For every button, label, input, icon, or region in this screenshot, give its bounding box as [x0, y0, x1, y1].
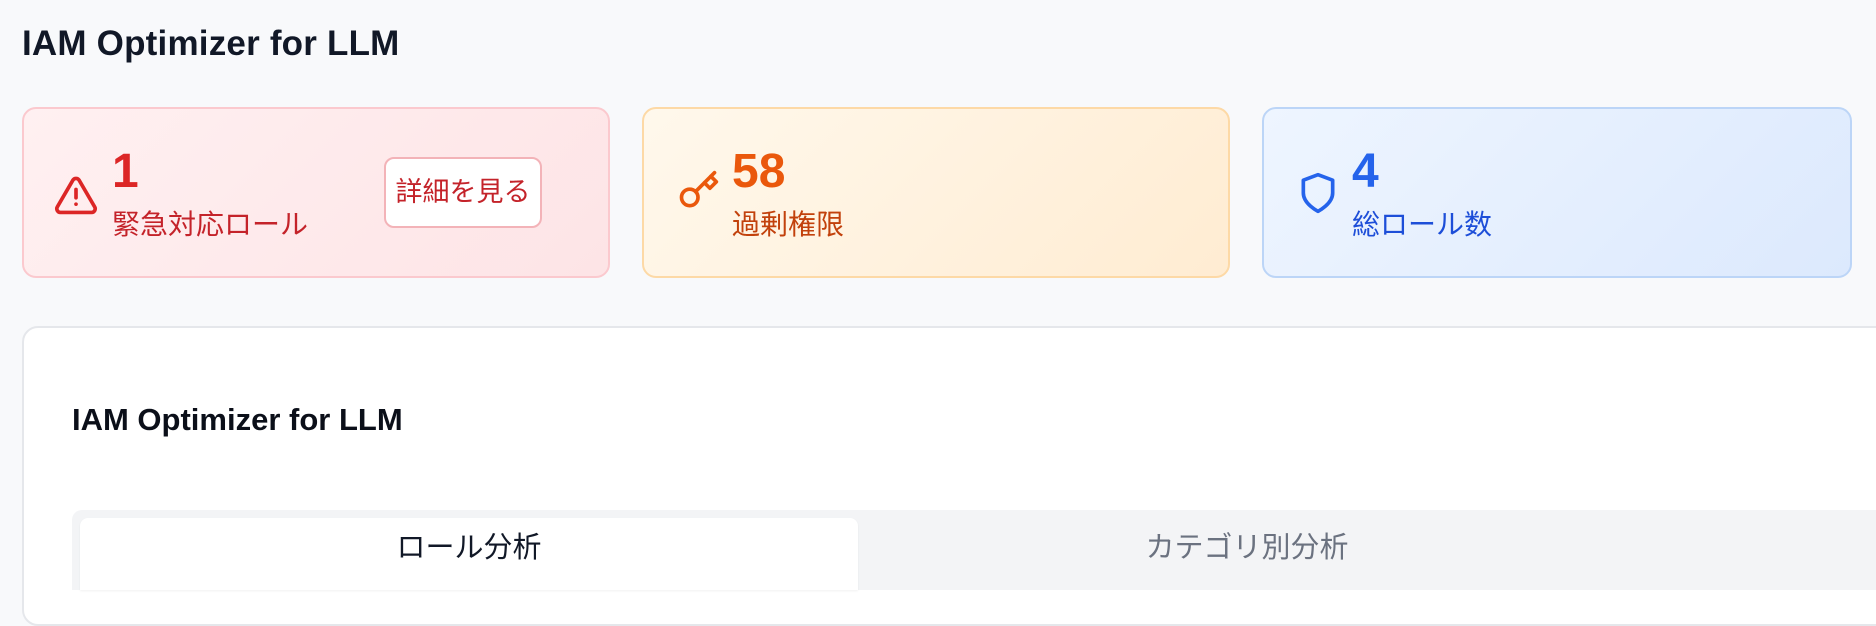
key-icon	[676, 169, 720, 213]
total-roles-card: 4 総ロール数	[1262, 107, 1852, 278]
urgent-roles-label: 緊急対応ロール	[112, 209, 309, 240]
panel-title: IAM Optimizer for LLM	[72, 402, 403, 437]
urgent-roles-card: 1 緊急対応ロール 詳細を見る	[22, 107, 610, 278]
excess-permissions-label: 過剰権限	[732, 209, 845, 240]
tab-bar: ロール分析 カテゴリ別分析	[72, 510, 1876, 590]
main-panel: IAM Optimizer for LLM ロール分析 カテゴリ別分析	[22, 326, 1876, 626]
total-roles-count: 4	[1352, 145, 1379, 198]
view-details-button[interactable]: 詳細を見る	[384, 157, 542, 228]
total-roles-label: 総ロール数	[1352, 209, 1493, 240]
warning-triangle-icon	[54, 173, 98, 217]
excess-permissions-count: 58	[732, 145, 786, 198]
urgent-roles-count: 1	[112, 145, 139, 198]
tab-category-analysis[interactable]: カテゴリ別分析	[858, 518, 1636, 590]
excess-permissions-card: 58 過剰権限	[642, 107, 1230, 278]
tab-role-analysis[interactable]: ロール分析	[80, 518, 858, 590]
page-title: IAM Optimizer for LLM	[22, 24, 400, 63]
shield-icon	[1296, 171, 1340, 215]
